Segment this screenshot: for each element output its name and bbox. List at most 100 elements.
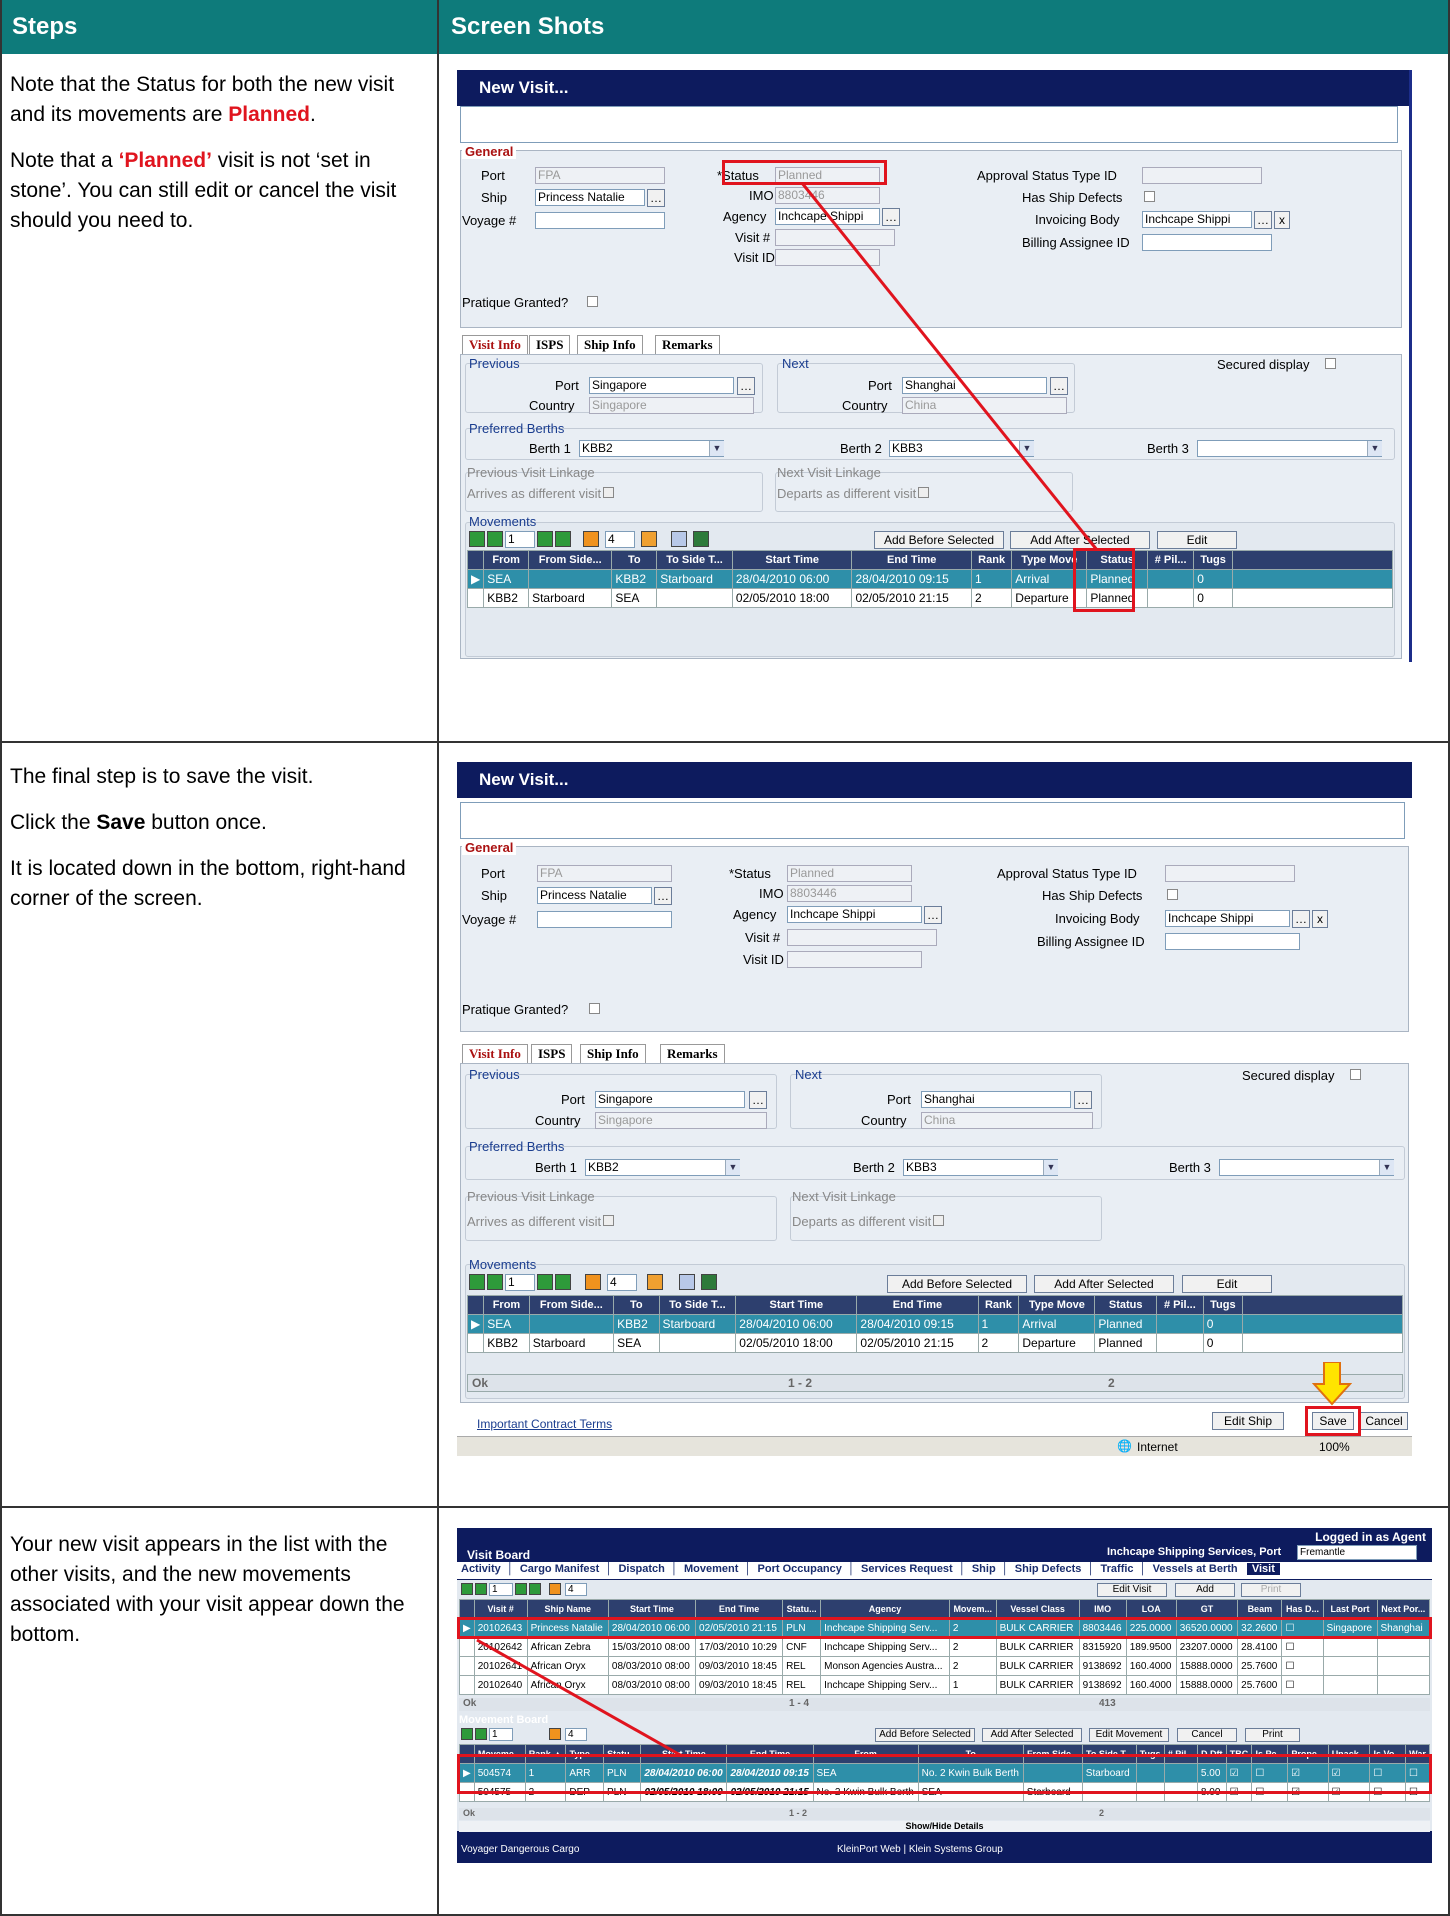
invoicing-field[interactable]: Inchcape Shippi xyxy=(1165,910,1290,927)
visit-id-field[interactable] xyxy=(787,951,922,968)
col-rank[interactable]: Rank xyxy=(977,1295,1020,1315)
page-select[interactable]: 1 xyxy=(505,1274,535,1291)
agency-lookup-button[interactable]: … xyxy=(924,906,942,924)
tab-remarks[interactable]: Remarks xyxy=(660,1044,725,1064)
berth2-label: Berth 2 xyxy=(853,1160,895,1175)
ship-field[interactable]: Princess Natalie xyxy=(537,887,652,904)
status-field[interactable]: Planned xyxy=(787,865,912,882)
arrives-checkbox[interactable] xyxy=(603,1215,614,1226)
apply-icon[interactable] xyxy=(647,1274,663,1290)
status-bar: Ok 1 - 2 2 xyxy=(467,1374,1403,1392)
zoom-label[interactable]: 100% xyxy=(1319,1440,1350,1454)
column-divider xyxy=(437,0,439,1916)
pratique-checkbox[interactable] xyxy=(589,1003,600,1014)
new-visit-screenshot-2: New Visit... General Port FPA Ship Princ… xyxy=(457,762,1412,1456)
step-1-text: Note that the Status for both the new vi… xyxy=(10,73,397,232)
prev-country-label: Country xyxy=(535,1113,581,1128)
invoicing-label: Invoicing Body xyxy=(1055,911,1140,926)
departs-label: Departs as different visit xyxy=(792,1214,932,1229)
prev-port-label: Port xyxy=(561,1092,585,1107)
voyage-label: Voyage # xyxy=(462,912,517,927)
billing-field[interactable] xyxy=(1165,933,1300,950)
refresh-icon[interactable] xyxy=(585,1274,601,1290)
edit-ship-button[interactable]: Edit Ship xyxy=(1212,1412,1284,1430)
defects-checkbox[interactable] xyxy=(1167,889,1178,900)
chevron-down-icon[interactable]: ▼ xyxy=(725,1160,740,1175)
tab-visit-info[interactable]: Visit Info xyxy=(462,1044,528,1064)
berth2-select[interactable]: KBB3 xyxy=(903,1159,1058,1176)
table-row[interactable]: ▶ SEA KBB2 Starboard 28/04/2010 06:00 28/04/… xyxy=(466,1314,1403,1334)
agency-field[interactable]: Inchcape Shippi xyxy=(787,906,922,923)
first-page-icon[interactable] xyxy=(469,1274,485,1290)
document: Steps Screen Shots Note that the Status … xyxy=(0,0,1450,1916)
col-start[interactable]: Start Time xyxy=(735,1295,858,1315)
col-tugs[interactable]: Tugs xyxy=(1202,1295,1244,1315)
col-type[interactable]: Type Move xyxy=(1018,1295,1096,1315)
port-field[interactable]: FPA xyxy=(537,865,672,882)
previous-label: Previous xyxy=(469,1067,520,1082)
add-before-selected-button[interactable]: Add Before Selected xyxy=(887,1275,1027,1293)
secured-checkbox[interactable] xyxy=(1350,1069,1361,1080)
tab-ship-info[interactable]: Ship Info xyxy=(580,1044,646,1064)
col-status[interactable]: Status xyxy=(1094,1295,1157,1315)
next-port-field[interactable]: Shanghai xyxy=(921,1091,1071,1108)
save-icon[interactable] xyxy=(701,1274,717,1290)
callout-line xyxy=(800,182,1099,551)
billing-label: Billing Assignee ID xyxy=(1037,934,1145,949)
col-from[interactable]: From xyxy=(483,1295,530,1315)
general-label: General xyxy=(462,840,517,855)
table-row[interactable]: KBB2 Starboard SEA 02/05/2010 18:00 02/05/20… xyxy=(466,1333,1403,1353)
ship-label: Ship xyxy=(481,888,508,903)
next-country-field[interactable]: China xyxy=(921,1112,1093,1129)
berth1-select[interactable]: KBB2 xyxy=(585,1159,740,1176)
berth3-select[interactable] xyxy=(1219,1159,1394,1176)
prev-country-field[interactable]: Singapore xyxy=(595,1112,767,1129)
berth1-label: Berth 1 xyxy=(535,1160,577,1175)
grid-settings-icon[interactable] xyxy=(679,1274,695,1290)
imo-field[interactable]: 8803446 xyxy=(787,885,912,902)
tab-isps[interactable]: ISPS xyxy=(531,1044,573,1064)
col-pilots[interactable]: # Pil... xyxy=(1155,1295,1204,1315)
prev-port-field[interactable]: Singapore xyxy=(595,1091,745,1108)
contract-terms-link[interactable]: Important Contract Terms xyxy=(477,1417,612,1431)
col-from-side[interactable]: From Side... xyxy=(528,1295,615,1315)
invoicing-clear-button[interactable]: x xyxy=(1312,910,1328,928)
edit-movement-button[interactable]: Edit xyxy=(1182,1275,1272,1293)
next-linkage-label: Next Visit Linkage xyxy=(792,1189,896,1204)
berth3-label: Berth 3 xyxy=(1169,1160,1211,1175)
agency-label: Agency xyxy=(733,907,777,922)
next-port-lookup-button[interactable]: … xyxy=(1074,1091,1092,1109)
invoicing-lookup-button[interactable]: … xyxy=(1292,910,1310,928)
left-border xyxy=(0,0,2,1916)
arrow-overlay xyxy=(476,1638,683,1758)
visit-board-screenshot: Visit Board Logged in as Agent Inchcape … xyxy=(457,1528,1432,1863)
add-after-selected-button[interactable]: Add After Selected xyxy=(1034,1275,1174,1293)
globe-icon: 🌐 xyxy=(1117,1439,1132,1453)
page-size-field[interactable]: 4 xyxy=(607,1274,637,1291)
pratique-label: Pratique Granted? xyxy=(462,1002,569,1017)
step-3-text: Your new visit appears in the list with … xyxy=(10,1533,405,1646)
prev-port-lookup-button[interactable]: … xyxy=(749,1091,767,1109)
chevron-down-icon[interactable]: ▼ xyxy=(1379,1160,1394,1175)
approval-field[interactable] xyxy=(1165,865,1295,882)
next-page-icon[interactable] xyxy=(537,1274,553,1290)
col-to-side[interactable]: To Side T... xyxy=(658,1295,737,1315)
steps-header: Steps xyxy=(0,0,437,54)
voyage-field[interactable] xyxy=(537,911,672,928)
defects-label: Has Ship Defects xyxy=(1042,888,1143,903)
departs-checkbox[interactable] xyxy=(933,1215,944,1226)
col-to[interactable]: To xyxy=(613,1295,660,1315)
col-end[interactable]: End Time xyxy=(856,1295,979,1315)
window-title: New Visit... xyxy=(457,762,1412,798)
step-2-text: The final step is to save the visit. Cli… xyxy=(10,765,406,910)
ship-lookup-button[interactable]: … xyxy=(654,887,672,905)
screenshots-header: Screen Shots xyxy=(439,0,1450,54)
prev-page-icon[interactable] xyxy=(487,1274,503,1290)
visit-no-field[interactable] xyxy=(787,929,937,946)
pages-label: 2 xyxy=(1108,1376,1115,1390)
last-page-icon[interactable] xyxy=(555,1274,571,1290)
cancel-button[interactable]: Cancel xyxy=(1360,1412,1408,1430)
ok-label: Ok xyxy=(472,1376,489,1390)
chevron-down-icon[interactable]: ▼ xyxy=(1043,1160,1058,1175)
status-label: *Status xyxy=(729,866,771,881)
